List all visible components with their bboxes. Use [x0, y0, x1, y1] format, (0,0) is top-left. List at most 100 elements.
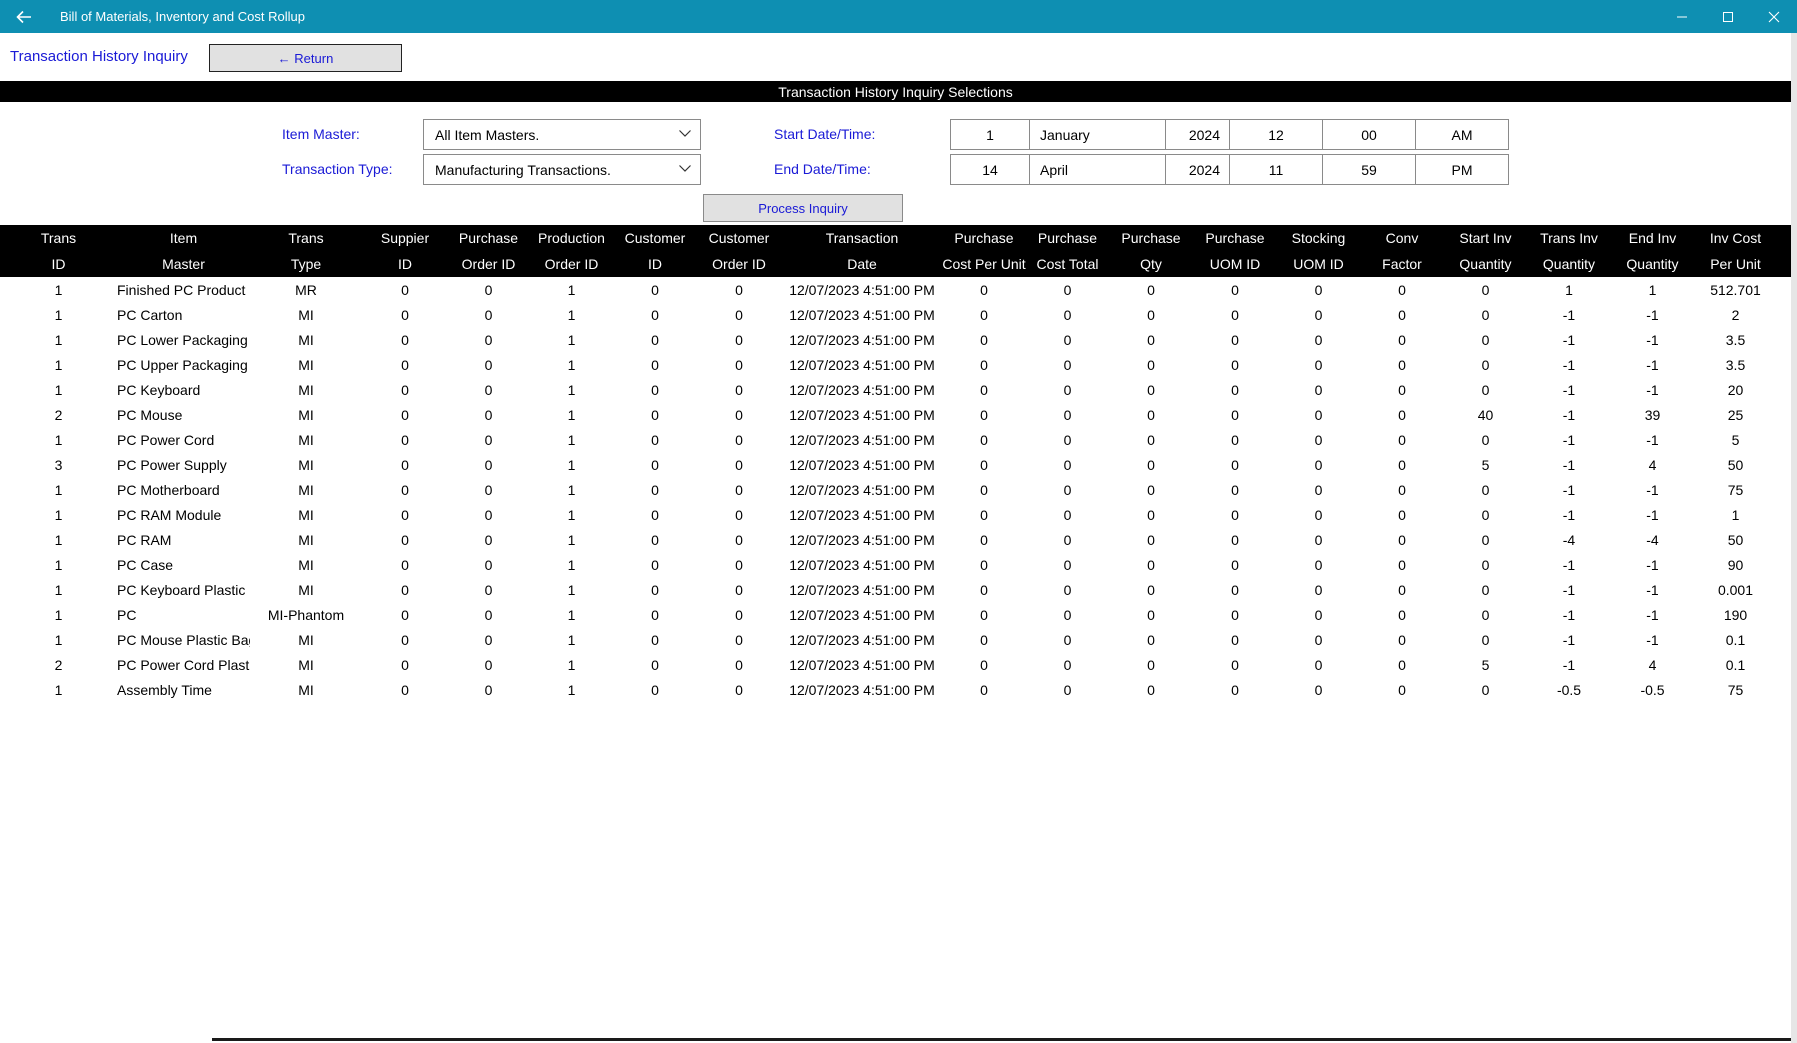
start-ampm-field[interactable]: AM	[1415, 119, 1509, 150]
end-minute-field[interactable]: 59	[1322, 154, 1416, 185]
table-cell: 0	[1481, 681, 1490, 698]
column-header[interactable]: Purchase UOM ID	[1193, 225, 1277, 277]
table-cell: 0	[651, 631, 659, 648]
column-header[interactable]: Purchase Order ID	[448, 225, 529, 277]
vertical-scrollbar[interactable]	[1791, 33, 1797, 1043]
table-row[interactable]: 1 PC Mouse Plastic Bag MI 0 0 1 0 0 12/07/2023 4…	[0, 627, 1791, 652]
start-day-field[interactable]: 1	[950, 119, 1030, 150]
table-row[interactable]: 1 PC Lower Packaging MI 0 0 1 0 0 12/07/2023 4:5…	[0, 327, 1791, 352]
back-button[interactable]	[0, 0, 48, 33]
column-header[interactable]: Inv Cost Per Unit	[1694, 225, 1777, 277]
start-minute-field[interactable]: 00	[1322, 119, 1416, 150]
table-row[interactable]: 1 Assembly Time MI 0 0 1 0 0 12/07/2023 4:51:00 …	[0, 677, 1791, 702]
end-datetime-label: End Date/Time:	[774, 161, 871, 177]
column-header[interactable]: Production Order ID	[529, 225, 614, 277]
table-row[interactable]: 1 Finished PC Product MR 0 0 1 0 0 12/07/2023 4:…	[0, 277, 1791, 302]
return-button[interactable]: ← Return	[209, 44, 402, 72]
item-master-select[interactable]: All Item Masters.	[423, 119, 701, 150]
column-header[interactable]: Suppier ID	[362, 225, 448, 277]
start-year-field[interactable]: 2024	[1165, 119, 1231, 150]
table-cell: 0	[1481, 381, 1490, 398]
table-cell: 0	[1063, 681, 1072, 698]
column-header[interactable]: Trans ID	[0, 225, 117, 277]
table-cell: 0	[980, 356, 988, 373]
start-hour-field[interactable]: 12	[1229, 119, 1323, 150]
table-row[interactable]: 2 PC Power Cord Plastic Bag MI 0 0 1 0 0 12/07/2…	[0, 652, 1791, 677]
column-header-line: ID	[51, 256, 66, 272]
table-row[interactable]: 3 PC Power Supply MI 0 0 1 0 0 12/07/2023 4:51:0…	[0, 452, 1791, 477]
process-inquiry-button[interactable]: Process Inquiry	[703, 194, 903, 222]
column-header[interactable]: Purchase Cost Total	[1026, 225, 1109, 277]
table-cell: 1	[567, 681, 576, 698]
column-header[interactable]: Trans Type	[250, 225, 362, 277]
table-row[interactable]: 2 PC Mouse MI 0 0 1 0 0 12/07/2023 4:51:00 PM 0 0 0…	[0, 402, 1791, 427]
column-header-line: Purchase	[954, 230, 1014, 246]
table-cell: 1	[54, 306, 63, 323]
end-hour-field[interactable]: 11	[1229, 154, 1323, 185]
table-row[interactable]: 1 PC Carton MI 0 0 1 0 0 12/07/2023 4:51:00 PM 0 0…	[0, 302, 1791, 327]
column-header[interactable]: Transaction Date	[782, 225, 942, 277]
table-cell: 0	[1231, 306, 1239, 323]
transaction-type-select[interactable]: Manufacturing Transactions.	[423, 154, 701, 185]
table-cell: 0	[1231, 381, 1239, 398]
end-month-field[interactable]: April	[1029, 154, 1166, 185]
end-ampm-field[interactable]: PM	[1415, 154, 1509, 185]
column-header[interactable]: Customer Order ID	[696, 225, 782, 277]
table-cell: 12/07/2023 4:51:00 PM	[789, 356, 935, 373]
table-row[interactable]: 1 PC Case MI 0 0 1 0 0 12/07/2023 4:51:00 PM 0 0 0 0…	[0, 552, 1791, 577]
table-cell: -1	[1562, 431, 1576, 448]
table-row[interactable]: 1 PC RAM MI 0 0 1 0 0 12/07/2023 4:51:00 PM 0 0 0 0 0…	[0, 527, 1791, 552]
table-cell: -1	[1562, 631, 1576, 648]
column-header[interactable]: Item Master	[117, 225, 250, 277]
column-header[interactable]: End Inv Quantity	[1611, 225, 1694, 277]
table-cell: 1	[567, 281, 576, 298]
table-cell: 1	[567, 631, 576, 648]
end-year-field[interactable]: 2024	[1165, 154, 1231, 185]
table-cell: 90	[1727, 556, 1744, 573]
column-header[interactable]: Trans Inv Quantity	[1527, 225, 1611, 277]
close-button[interactable]	[1751, 0, 1797, 33]
minimize-button[interactable]	[1659, 0, 1705, 33]
table-cell: 0	[1063, 331, 1072, 348]
table-row[interactable]: 1 PC Keyboard Plastic Bag MI 0 0 1 0 0 12/07/202…	[0, 577, 1791, 602]
table-row[interactable]: 1 PC Power Cord MI 0 0 1 0 0 12/07/2023 4:51:00 …	[0, 427, 1791, 452]
column-header[interactable]: Purchase Cost Per Unit	[942, 225, 1026, 277]
table-cell: 0	[980, 581, 988, 598]
table-cell: 0	[1314, 406, 1323, 423]
table-cell: 0	[1147, 356, 1155, 373]
table-cell: 1	[567, 606, 576, 623]
column-header[interactable]: Conv Factor	[1360, 225, 1444, 277]
table-cell: 0	[1398, 506, 1406, 523]
end-day-field[interactable]: 14	[950, 154, 1030, 185]
column-header[interactable]: Purchase Qty	[1109, 225, 1193, 277]
table-row[interactable]: 1 PC RAM Module MI 0 0 1 0 0 12/07/2023 4:51:00 …	[0, 502, 1791, 527]
table-cell: 0	[651, 356, 659, 373]
table-cell: 0	[1231, 331, 1239, 348]
table-row[interactable]: 1 PC Keyboard MI 0 0 1 0 0 12/07/2023 4:51:00 PM…	[0, 377, 1791, 402]
table-cell: 0	[401, 581, 409, 598]
table-cell: 0	[1314, 581, 1323, 598]
column-header-line: Customer	[708, 230, 770, 246]
table-cell: 0	[1147, 431, 1155, 448]
maximize-button[interactable]	[1705, 0, 1751, 33]
table-cell: -1	[1562, 331, 1576, 348]
table-cell: 0	[651, 381, 659, 398]
column-header-line: Purchase	[1121, 230, 1181, 246]
column-header[interactable]: Start Inv Quantity	[1444, 225, 1527, 277]
column-header[interactable]: Stocking UOM ID	[1277, 225, 1360, 277]
table-row[interactable]: 1 PC Motherboard MI 0 0 1 0 0 12/07/2023 4:51:00…	[0, 477, 1791, 502]
table-row[interactable]: 1 PC Upper Packaging MI 0 0 1 0 0 12/07/2023 4:5…	[0, 352, 1791, 377]
table-cell: 12/07/2023 4:51:00 PM	[789, 431, 935, 448]
table-cell: 0	[484, 381, 493, 398]
grid-header: Trans ID Item Master Trans Type Suppier ID Purch…	[0, 225, 1791, 277]
table-cell: 12/07/2023 4:51:00 PM	[789, 381, 935, 398]
table-cell: 0	[980, 506, 988, 523]
table-cell: 0	[980, 556, 988, 573]
table-cell: MI	[298, 581, 314, 598]
start-month-field[interactable]: January	[1029, 119, 1166, 150]
table-cell: 0	[484, 531, 493, 548]
table-row[interactable]: 1 PC MI-Phantom 0 0 1 0 0 12/07/2023 4:51:00 PM 0…	[0, 602, 1791, 627]
table-cell: PC Power Supply	[117, 456, 227, 473]
horizontal-scrollbar[interactable]	[212, 1038, 1791, 1041]
column-header[interactable]: Customer ID	[614, 225, 696, 277]
